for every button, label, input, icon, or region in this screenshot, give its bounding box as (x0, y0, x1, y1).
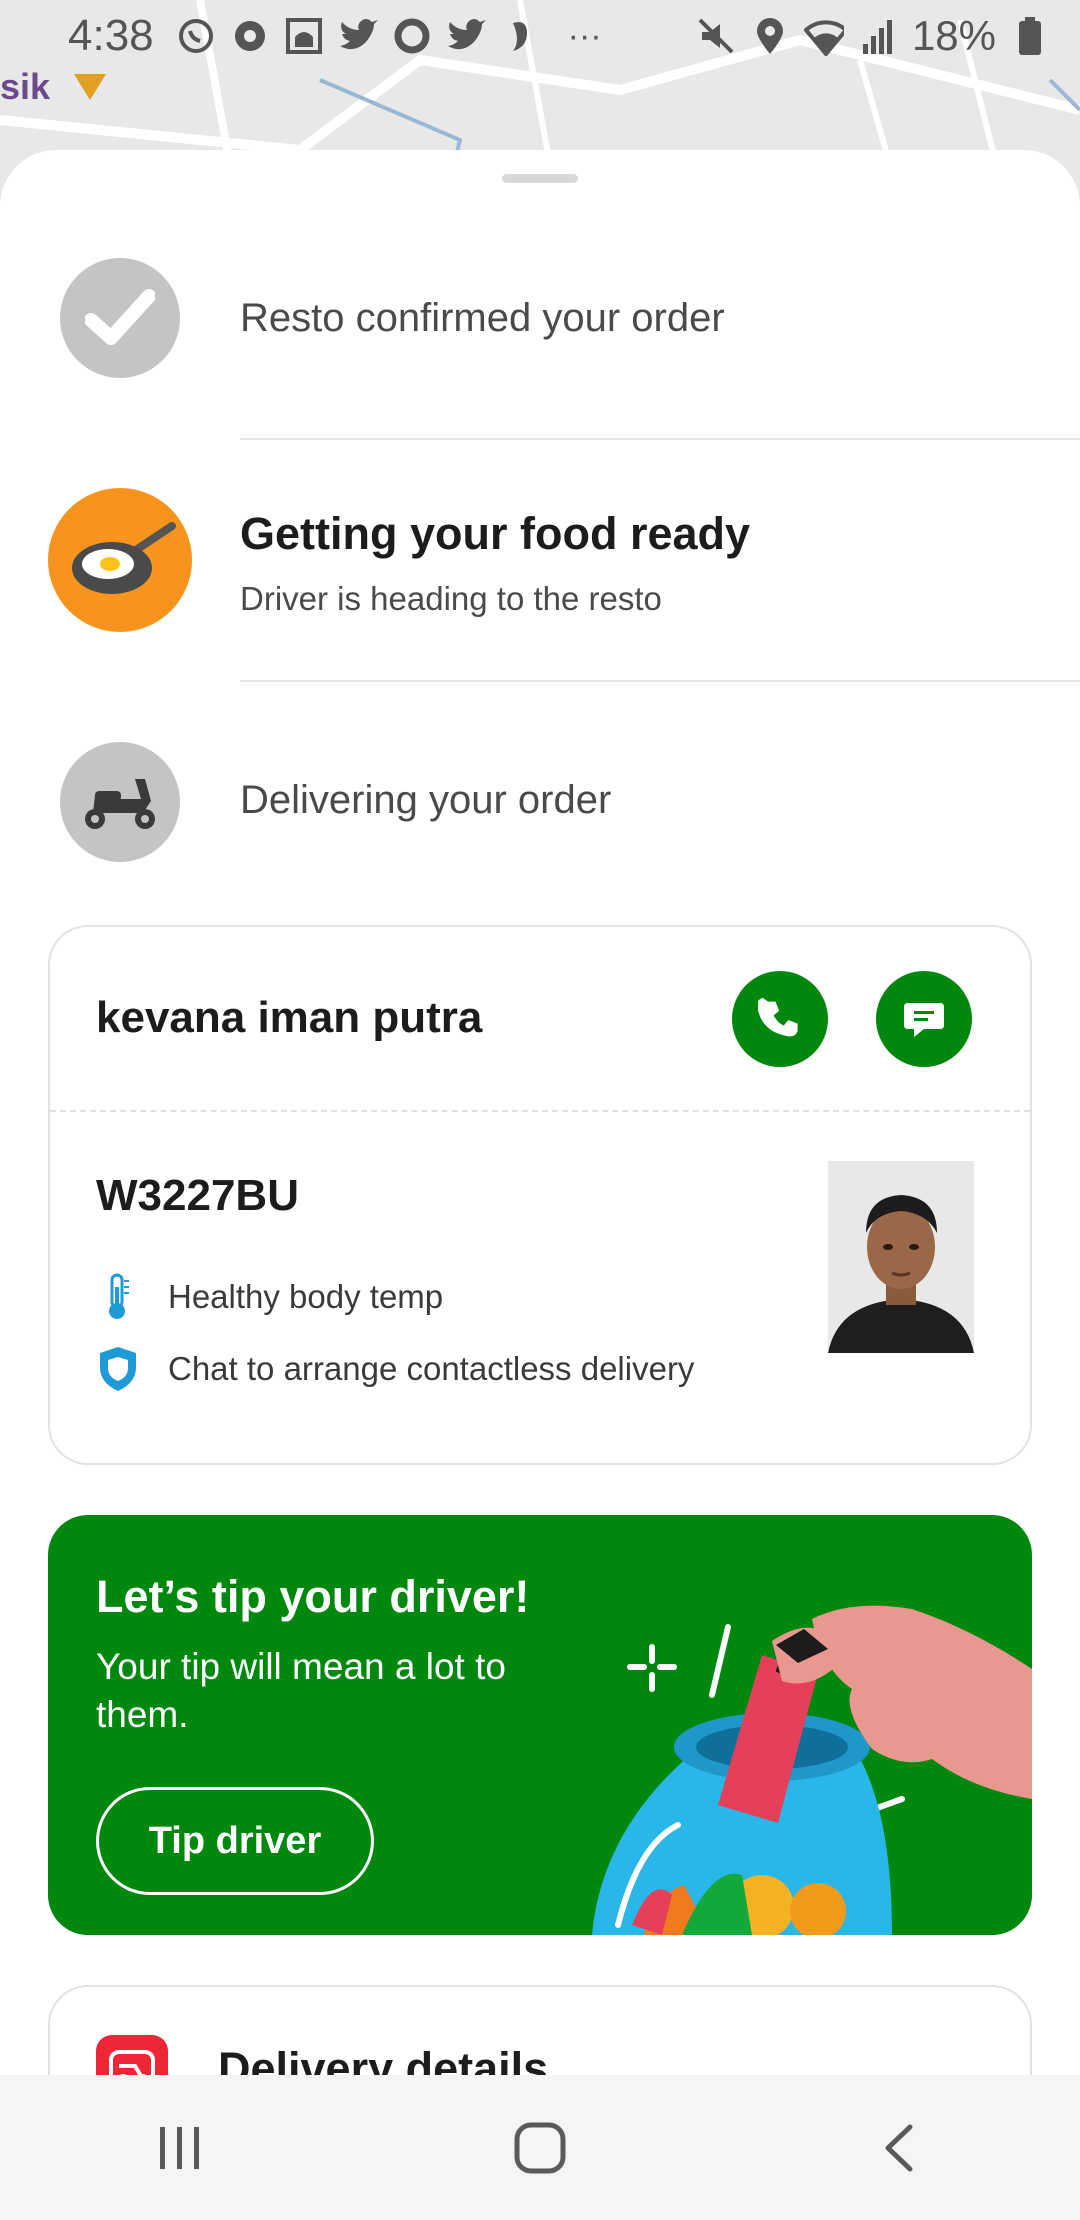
check-icon (60, 258, 180, 378)
recent-apps-button[interactable] (120, 2098, 240, 2198)
whatsapp-icon (176, 16, 216, 56)
step-getting-food-ready: Getting your food ready Driver is headin… (0, 440, 1080, 680)
twitter-icon (446, 16, 486, 56)
battery-percent: 18% (911, 12, 996, 59)
step-title: Delivering your order (240, 778, 612, 822)
phone-icon (758, 997, 798, 1037)
call-driver-button[interactable] (732, 971, 828, 1067)
more-notifications-icon: ··· (567, 16, 602, 55)
home-button[interactable] (480, 2098, 600, 2198)
vehicle-plate: W3227BU (96, 1171, 299, 1220)
scooter-icon (60, 742, 180, 862)
info-text: Chat to arrange contactless delivery (168, 1350, 695, 1387)
gojek-icon (500, 16, 540, 56)
notification-icons: ··· (176, 16, 696, 56)
system-nav-bar (0, 2075, 1080, 2220)
shield-icon (96, 1345, 138, 1393)
tip-banner: Let’s tip your driver! Your tip will mea… (48, 1515, 1032, 1935)
circle-app-icon (230, 16, 270, 56)
info-row-body-temp: Healthy body temp (96, 1273, 443, 1321)
step-subtitle: Driver is heading to the resto (240, 580, 662, 617)
map-place-label: sik (0, 66, 51, 107)
step-title: Resto confirmed your order (240, 296, 725, 340)
mosque-icon (284, 16, 324, 56)
battery-icon (1010, 16, 1050, 56)
recent-apps-icon (160, 2126, 199, 2169)
order-status-sheet: Resto confirmed your order Getting your … (0, 150, 1080, 2075)
system-icons: 18% (696, 12, 1050, 60)
location-icon (750, 16, 790, 56)
delivery-details-title: Delivery details (218, 2043, 549, 2075)
chat-icon (904, 1003, 944, 1037)
chat-driver-button[interactable] (876, 971, 972, 1067)
back-icon (885, 2124, 913, 2171)
status-bar: 4:38 ··· 18% (0, 0, 1080, 72)
home-icon (514, 2122, 566, 2173)
mute-icon (696, 16, 736, 56)
signal-icon (858, 16, 898, 56)
status-time: 4:38 (68, 11, 154, 60)
tip-subtitle: Your tip will mean a lot to them. (96, 1646, 506, 1735)
tip-jar-illustration (592, 1605, 1032, 1935)
step-title: Getting your food ready (240, 508, 751, 559)
step-resto-confirmed: Resto confirmed your order (0, 150, 1080, 450)
tip-driver-button[interactable]: Tip driver (96, 1787, 374, 1895)
ring-app-icon (392, 16, 432, 56)
twitter-icon (338, 16, 378, 56)
driver-photo (828, 1161, 974, 1353)
tip-title: Let’s tip your driver! (96, 1571, 530, 1622)
step-delivering: Delivering your order (0, 682, 1080, 922)
delivery-icon (96, 2035, 168, 2075)
card-divider (50, 1110, 1030, 1112)
back-button[interactable] (840, 2098, 960, 2198)
driver-card: kevana iman putra W3227BU Healthy body t… (48, 925, 1032, 1465)
delivery-details-card[interactable]: Delivery details (48, 1985, 1032, 2075)
thermometer-icon (96, 1273, 138, 1321)
frying-pan-icon (48, 488, 192, 632)
wifi-icon (803, 16, 844, 56)
map-marker-icon (74, 74, 106, 100)
driver-name: kevana iman putra (96, 993, 483, 1042)
info-text: Healthy body temp (168, 1278, 444, 1315)
info-row-contactless: Chat to arrange contactless delivery (96, 1345, 694, 1393)
